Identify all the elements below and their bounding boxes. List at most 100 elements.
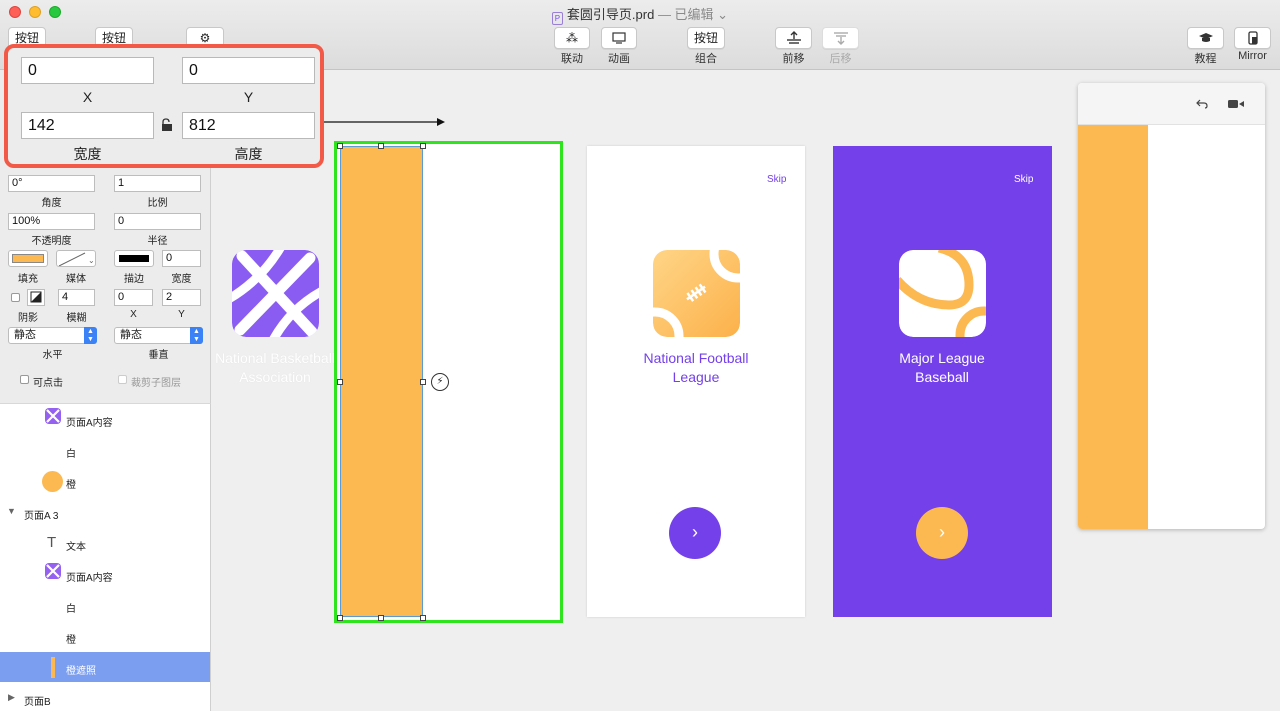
media-picker[interactable]: ⌄ <box>56 250 96 267</box>
fill-label: 填充 <box>18 274 38 285</box>
layer-row[interactable]: T 文本 <box>0 528 210 558</box>
send-backward-icon <box>833 32 848 45</box>
resize-handle[interactable] <box>337 615 343 621</box>
resize-handle[interactable] <box>420 143 426 149</box>
preview-window[interactable] <box>1078 83 1265 529</box>
graduation-cap-icon <box>1198 33 1213 42</box>
resize-handle[interactable] <box>337 379 343 385</box>
disclosure-open-icon[interactable]: ▼ <box>7 506 16 516</box>
group-label: 组合 <box>695 53 717 65</box>
monitor-icon <box>612 32 626 44</box>
layer-label: 页面A 3 <box>24 511 59 522</box>
bring-forward-button[interactable] <box>775 27 812 49</box>
shadow-y-label: Y <box>178 309 185 320</box>
layer-row[interactable]: 白 <box>0 435 210 465</box>
layer-row[interactable]: 页面A内容 <box>0 559 210 589</box>
card1-title-line1: National Basketball <box>215 350 335 366</box>
next-button[interactable]: › <box>669 507 721 559</box>
skip-link[interactable]: Skip <box>1014 174 1033 185</box>
layer-row[interactable]: 页面A内容 <box>0 404 210 434</box>
height-field[interactable]: 812 <box>182 112 315 139</box>
tutorial-label: 教程 <box>1194 53 1217 65</box>
layer-label: 橙 <box>66 480 76 491</box>
fill-swatch[interactable] <box>8 250 48 267</box>
width-field[interactable]: 142 <box>21 112 154 139</box>
basketball-app-icon <box>232 250 319 337</box>
shadow-color-swatch[interactable] <box>27 289 45 306</box>
layer-row[interactable]: 橙 <box>0 466 210 496</box>
geometry-highlight-box: 0 X 0 Y 142 宽度 812 高度 <box>4 44 324 168</box>
x-field[interactable]: 0 <box>21 57 154 84</box>
baseball-app-icon <box>899 250 986 337</box>
canvas[interactable]: National Basketball Association ⚡ Skip N… <box>211 70 1280 711</box>
link-button[interactable]: ⁂ <box>554 27 590 49</box>
undo-icon[interactable] <box>1196 99 1208 109</box>
card3-title-line2: Baseball <box>915 369 969 385</box>
window-title: P 套圆引导页.prd — 已编辑 ⌄ <box>0 4 1280 25</box>
send-backward-button[interactable] <box>822 27 859 49</box>
skip-link[interactable]: Skip <box>767 174 786 185</box>
layer-label: 页面A内容 <box>66 418 113 429</box>
layer-label: 白 <box>66 449 76 460</box>
card1-title: National Basketball Association <box>211 349 341 387</box>
width-label: 宽度 <box>73 146 102 162</box>
connection-arrow <box>319 118 445 126</box>
mirror-button[interactable] <box>1234 27 1271 49</box>
chevron-down-icon[interactable]: ⌄ <box>714 7 728 22</box>
radius-field[interactable]: 0 <box>114 213 201 230</box>
tutorial-button[interactable] <box>1187 27 1224 49</box>
edited-status[interactable]: — 已编辑 <box>658 7 714 22</box>
resize-handle[interactable] <box>420 379 426 385</box>
app-icon <box>45 408 61 424</box>
preview-header <box>1078 83 1265 125</box>
group-button[interactable]: 按钮 <box>687 27 725 49</box>
card2-title-line1: National Football <box>643 350 749 366</box>
scale-field[interactable]: 1 <box>114 175 201 192</box>
resize-handle[interactable] <box>337 143 343 149</box>
camera-icon[interactable] <box>1228 99 1244 109</box>
clip-checkbox[interactable] <box>118 375 127 384</box>
stroke-width-field[interactable]: 0 <box>162 250 201 267</box>
card3-title: Major League Baseball <box>873 349 1011 387</box>
clickable-checkbox[interactable] <box>20 375 29 384</box>
shadow-y-field[interactable]: 2 <box>162 289 201 306</box>
layer-row-selected[interactable]: 橙遮照 <box>0 652 210 682</box>
bring-forward-icon <box>786 31 801 44</box>
scale-label: 比例 <box>147 198 168 209</box>
layer-label: 橙 <box>66 635 76 646</box>
updown-chevron-icon: ▲ ▼ <box>84 327 97 344</box>
horizontal-select[interactable]: 静态 ▲ ▼ <box>8 327 97 344</box>
shadow-swatch-icon <box>30 291 42 303</box>
grid-link-icon: ⁂ <box>566 31 578 45</box>
animation-button[interactable] <box>601 27 637 49</box>
stroke-swatch[interactable] <box>114 250 154 267</box>
opacity-field[interactable]: 100% <box>8 213 95 230</box>
send-backward-label: 后移 <box>829 53 852 65</box>
shadow-checkbox[interactable] <box>11 293 20 302</box>
lock-ratio-icon[interactable] <box>160 118 174 132</box>
y-field[interactable]: 0 <box>182 57 315 84</box>
chevron-right-icon: › <box>692 522 698 542</box>
shadow-x-field[interactable]: 0 <box>114 289 153 306</box>
angle-field[interactable]: 0° <box>8 175 95 192</box>
layer-group-row[interactable]: ▼ 页面A 3 <box>0 497 210 527</box>
bring-forward-label: 前移 <box>782 53 805 65</box>
football-app-icon <box>653 250 740 337</box>
text-icon: T <box>47 534 57 551</box>
interaction-bolt-icon[interactable]: ⚡ <box>431 373 449 391</box>
layer-row[interactable]: 橙 <box>0 621 210 651</box>
resize-handle[interactable] <box>420 615 426 621</box>
layer-group-row[interactable]: ▶ 页面B <box>0 683 210 711</box>
layer-label: 白 <box>66 604 76 615</box>
resize-handle[interactable] <box>378 615 384 621</box>
vertical-select[interactable]: 静态 ▲ ▼ <box>114 327 203 344</box>
card1-title-line2: Association <box>239 369 311 385</box>
blur-field[interactable]: 4 <box>58 289 95 306</box>
disclosure-closed-icon[interactable]: ▶ <box>8 692 15 703</box>
card3-title-line1: Major League <box>899 350 985 366</box>
layer-row[interactable]: 白 <box>0 590 210 620</box>
resize-handle[interactable] <box>378 143 384 149</box>
no-media-icon: ⌄ <box>58 252 95 266</box>
card2-title-line2: League <box>672 369 720 385</box>
next-button[interactable]: › <box>916 507 968 559</box>
